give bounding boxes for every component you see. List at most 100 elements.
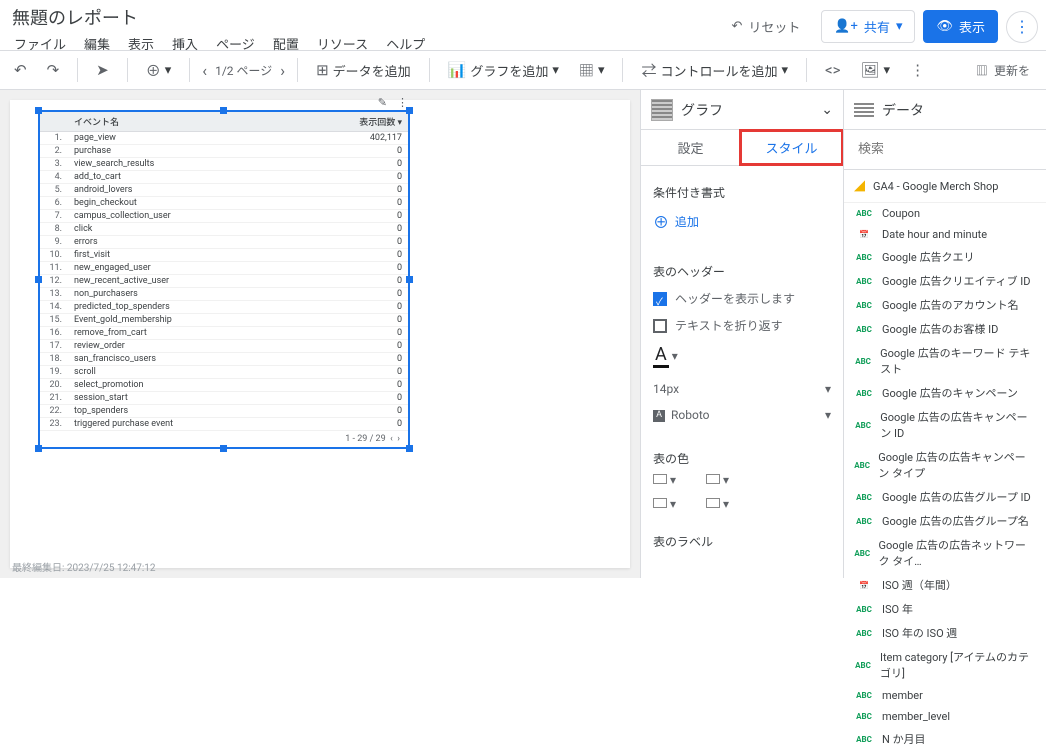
field-item[interactable]: ABCGoogle 広告のアカウント名 bbox=[844, 293, 1046, 317]
field-item[interactable]: ABCGoogle 広告の広告キャンペーン ID bbox=[844, 405, 1046, 445]
more-menu-button[interactable]: ⋮ bbox=[1006, 11, 1038, 43]
more-tools-button[interactable]: ⋮ bbox=[904, 57, 931, 83]
resize-handle[interactable] bbox=[406, 107, 413, 114]
menu-view[interactable]: 表示 bbox=[128, 34, 154, 53]
field-search-input[interactable] bbox=[854, 136, 1036, 163]
data-source-item[interactable]: ◢ GA4 - Google Merch Shop bbox=[844, 170, 1046, 203]
field-item[interactable]: ABCN か月目 bbox=[844, 727, 1046, 751]
share-button[interactable]: 👤+共有▾ bbox=[821, 10, 915, 43]
menu-page[interactable]: ページ bbox=[216, 34, 255, 53]
undo-button[interactable]: ↶ bbox=[8, 57, 33, 83]
border-style-4[interactable]: ▾ bbox=[706, 497, 729, 511]
chart-type-icon[interactable] bbox=[651, 99, 673, 121]
add-data-button[interactable]: ⊞データを追加 bbox=[310, 57, 417, 84]
col-event-name[interactable]: イベント名 bbox=[68, 112, 296, 132]
field-item[interactable]: ABCmember bbox=[844, 685, 1046, 706]
field-item[interactable]: ABCCoupon bbox=[844, 203, 1046, 224]
refresh-button[interactable]: ▥更新を bbox=[968, 58, 1038, 83]
table-row[interactable]: 10.first_visit0 bbox=[40, 249, 408, 262]
field-item[interactable]: ABCItem category [アイテムのカテゴリ] bbox=[844, 645, 1046, 685]
table-row[interactable]: 4.add_to_cart0 bbox=[40, 171, 408, 184]
table-row[interactable]: 14.predicted_top_spenders0 bbox=[40, 301, 408, 314]
menu-insert[interactable]: 挿入 bbox=[172, 34, 198, 53]
border-style-2[interactable]: ▾ bbox=[706, 473, 729, 487]
field-item[interactable]: ABCGoogle 広告の広告ネットワーク タイ… bbox=[844, 533, 1046, 573]
border-style-1[interactable]: ▾ bbox=[653, 473, 676, 487]
field-item[interactable]: ABCGoogle 広告の広告キャンペーン タイプ bbox=[844, 445, 1046, 485]
community-viz-button[interactable]: ▦▾ bbox=[573, 56, 611, 85]
resize-handle[interactable] bbox=[406, 276, 413, 283]
field-item[interactable]: ABCGoogle 広告クエリ bbox=[844, 245, 1046, 269]
next-page-button[interactable]: › bbox=[280, 61, 285, 80]
table-row[interactable]: 19.scroll0 bbox=[40, 366, 408, 379]
table-row[interactable]: 20.select_promotion0 bbox=[40, 379, 408, 392]
reset-button[interactable]: ↶リセット bbox=[718, 10, 813, 43]
table-row[interactable]: 12.new_recent_active_user0 bbox=[40, 275, 408, 288]
table-row[interactable]: 8.click0 bbox=[40, 223, 408, 236]
col-views[interactable]: 表示回数 ▾ bbox=[296, 112, 408, 132]
tab-setup[interactable]: 設定 bbox=[641, 130, 740, 165]
field-item[interactable]: ABCGoogle 広告の広告グループ ID bbox=[844, 485, 1046, 509]
table-row[interactable]: 9.errors0 bbox=[40, 236, 408, 249]
table-row[interactable]: 21.session_start0 bbox=[40, 392, 408, 405]
redo-button[interactable]: ↷ bbox=[41, 57, 66, 83]
add-control-button[interactable]: ⇄コントロールを追加▾ bbox=[635, 56, 794, 85]
field-item[interactable]: ABCISO 年 bbox=[844, 597, 1046, 621]
resize-handle[interactable] bbox=[35, 276, 42, 283]
field-item[interactable]: ABCISO 年の ISO 週 bbox=[844, 621, 1046, 645]
table-row[interactable]: 3.view_search_results0 bbox=[40, 158, 408, 171]
table-row[interactable]: 17.review_order0 bbox=[40, 340, 408, 353]
table-row[interactable]: 5.android_lovers0 bbox=[40, 184, 408, 197]
menu-resource[interactable]: リソース bbox=[317, 34, 368, 53]
table-row[interactable]: 15.Event_gold_membership0 bbox=[40, 314, 408, 327]
doc-title[interactable]: 無題のレポート bbox=[8, 4, 718, 30]
field-item[interactable]: 📅ISO 週（年間） bbox=[844, 573, 1046, 597]
resize-handle[interactable] bbox=[35, 445, 42, 452]
table-row[interactable]: 18.san_francisco_users0 bbox=[40, 353, 408, 366]
tab-style[interactable]: スタイル bbox=[739, 129, 844, 166]
resize-handle[interactable] bbox=[220, 107, 227, 114]
pointer-tool[interactable]: ➤ bbox=[90, 57, 115, 83]
font-size-dropdown[interactable]: 14px▾ bbox=[653, 376, 831, 402]
zoom-button[interactable]: ⊕▾ bbox=[140, 56, 178, 85]
next-page-icon[interactable]: › bbox=[397, 434, 400, 444]
table-row[interactable]: 16.remove_from_cart0 bbox=[40, 327, 408, 340]
table-row[interactable]: 1.page_view402,117 bbox=[40, 132, 408, 145]
table-row[interactable]: 7.campus_collection_user0 bbox=[40, 210, 408, 223]
resize-handle[interactable] bbox=[35, 107, 42, 114]
prev-page-button[interactable]: ‹ bbox=[202, 61, 207, 80]
table-row[interactable]: 11.new_engaged_user0 bbox=[40, 262, 408, 275]
view-button[interactable]: 👁表示 bbox=[923, 10, 998, 43]
menu-file[interactable]: ファイル bbox=[14, 34, 66, 53]
field-item[interactable]: 📅Date hour and minute bbox=[844, 224, 1046, 245]
wrap-text-checkbox[interactable]: テキストを折り返す bbox=[653, 317, 831, 334]
field-item[interactable]: ABCmember_level bbox=[844, 706, 1046, 727]
edit-icon[interactable]: ✎ bbox=[378, 96, 387, 109]
field-item[interactable]: ABCGoogle 広告のキーワード テキスト bbox=[844, 341, 1046, 381]
table-row[interactable]: 23.triggered purchase event0 bbox=[40, 418, 408, 431]
font-family-dropdown[interactable]: ARoboto▾ bbox=[653, 402, 831, 428]
table-row[interactable]: 22.top_spenders0 bbox=[40, 405, 408, 418]
add-chart-button[interactable]: 📊グラフを追加▾ bbox=[442, 57, 565, 84]
resize-handle[interactable] bbox=[406, 445, 413, 452]
menu-arrange[interactable]: 配置 bbox=[273, 34, 299, 53]
field-item[interactable]: ABCGoogle 広告のお客様 ID bbox=[844, 317, 1046, 341]
table-row[interactable]: 13.non_purchasers0 bbox=[40, 288, 408, 301]
field-item[interactable]: ABCGoogle 広告クリエイティブ ID bbox=[844, 269, 1046, 293]
field-item[interactable]: ABCGoogle 広告のキャンペーン bbox=[844, 381, 1046, 405]
table-row[interactable]: 6.begin_checkout0 bbox=[40, 197, 408, 210]
menu-help[interactable]: ヘルプ bbox=[386, 34, 425, 53]
font-color-button[interactable]: A bbox=[653, 344, 669, 368]
collapse-icon[interactable]: ⌄ bbox=[821, 102, 833, 118]
resize-handle[interactable] bbox=[220, 445, 227, 452]
report-canvas[interactable]: ✎⋮ イベント名 表示回数 ▾ 1.page_view402,1172.purc… bbox=[10, 100, 630, 568]
prev-page-icon[interactable]: ‹ bbox=[390, 434, 393, 444]
table-widget[interactable]: ✎⋮ イベント名 表示回数 ▾ 1.page_view402,1172.purc… bbox=[38, 110, 410, 449]
menu-edit[interactable]: 編集 bbox=[84, 34, 110, 53]
embed-button[interactable]: <> bbox=[819, 57, 846, 83]
image-button[interactable]: 🖼▾ bbox=[855, 57, 897, 83]
border-style-3[interactable]: ▾ bbox=[653, 497, 676, 511]
add-cond-button[interactable]: ⊕追加 bbox=[653, 209, 831, 233]
field-item[interactable]: ABCGoogle 広告の広告グループ名 bbox=[844, 509, 1046, 533]
table-row[interactable]: 2.purchase0 bbox=[40, 145, 408, 158]
